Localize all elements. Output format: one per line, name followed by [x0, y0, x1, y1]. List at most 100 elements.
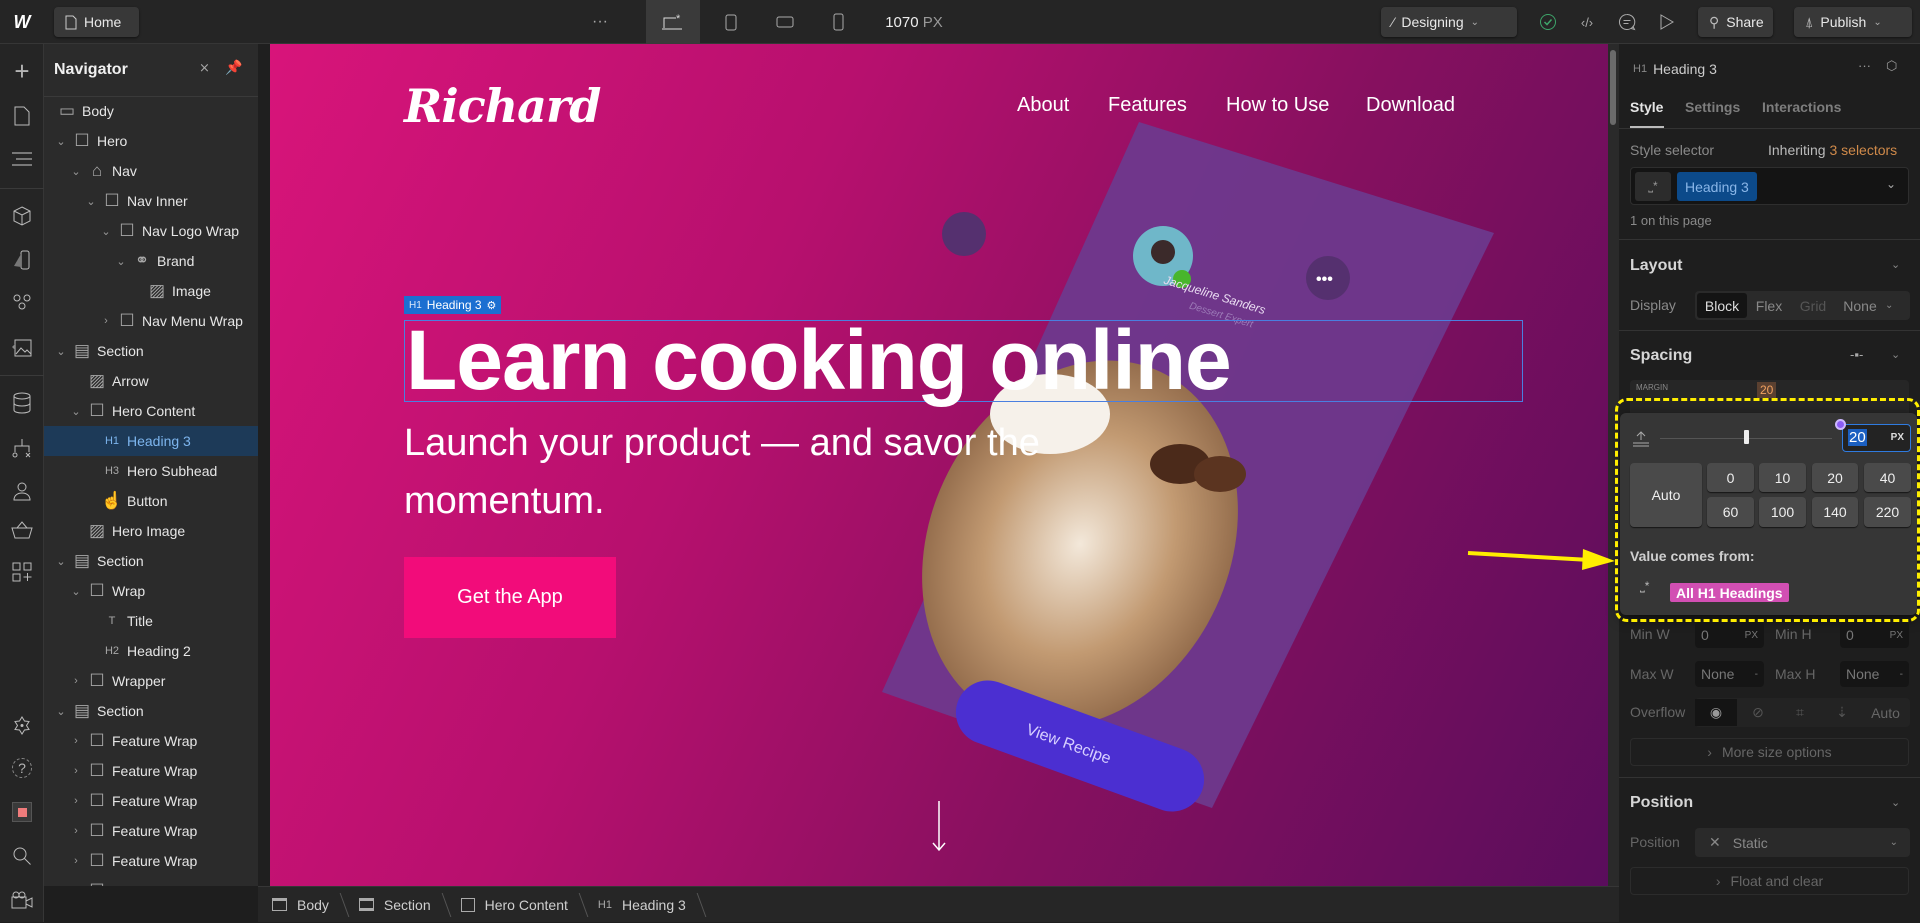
overflow-scroll-icon[interactable]: ⇣: [1821, 704, 1863, 721]
spacing-value-input[interactable]: 20 PX: [1842, 424, 1911, 452]
chevron-down-icon[interactable]: ⌄: [1891, 796, 1900, 809]
navigator-item[interactable]: › ☐ Feature Wrap: [44, 756, 258, 786]
pages-icon[interactable]: [0, 101, 44, 131]
overflow-auto[interactable]: Auto: [1863, 705, 1908, 721]
chevron-right-icon[interactable]: ›: [70, 855, 82, 867]
chevron-right-icon[interactable]: ›: [70, 825, 82, 837]
chevron-down-icon[interactable]: ⌄: [55, 555, 67, 568]
navigator-item[interactable]: ⌄ ▤ Section: [44, 336, 258, 366]
max-width-input[interactable]: None -: [1695, 661, 1764, 687]
chevron-down-icon[interactable]: ⌄: [55, 705, 67, 718]
margin-top-value[interactable]: 20: [1757, 382, 1777, 398]
inheriting-count[interactable]: 3 selectors: [1829, 142, 1897, 158]
navigator-item[interactable]: ⌄ ▤ Section: [44, 546, 258, 576]
navigator-item[interactable]: H1 Heading 3: [44, 426, 258, 456]
check-status-icon[interactable]: [1536, 0, 1560, 44]
spacing-lock-icon[interactable]: -▪-: [1850, 347, 1863, 362]
desktop-breakpoint-button[interactable]: *: [646, 0, 700, 44]
chevron-right-icon[interactable]: ›: [70, 675, 82, 687]
preset-220[interactable]: 220: [1864, 497, 1911, 527]
spacing-unit[interactable]: PX: [1891, 432, 1904, 443]
help-icon[interactable]: ?: [0, 753, 44, 783]
chevron-down-icon[interactable]: ⌄: [70, 585, 82, 598]
layout-section-title[interactable]: Layout: [1630, 257, 1682, 275]
inheriting-info[interactable]: Inheriting 3 selectors: [1768, 142, 1897, 158]
position-dropdown[interactable]: ✕ Static ⌄: [1695, 828, 1910, 857]
create-component-icon[interactable]: ⬡: [1886, 58, 1897, 74]
navigator-item[interactable]: H2 Heading 2: [44, 636, 258, 666]
canvas-scrollbar[interactable]: [1608, 44, 1619, 922]
position-section-title[interactable]: Position: [1630, 794, 1693, 812]
breadcrumb-heading-3[interactable]: H1 Heading 3: [584, 887, 702, 923]
pin-icon[interactable]: 📌: [225, 59, 242, 76]
navigator-item[interactable]: ⌄ ▤ Section: [44, 696, 258, 726]
more-size-options-button[interactable]: › More size options: [1630, 738, 1909, 766]
design-canvas[interactable]: Richard About Features How to Use Downlo…: [270, 44, 1608, 886]
add-elements-icon[interactable]: +: [0, 56, 44, 86]
chevron-right-icon[interactable]: ›: [70, 765, 82, 777]
navigator-item[interactable]: › ☐ Feature Wrap: [44, 876, 258, 886]
hero-subhead[interactable]: Launch your product — and savor the mome…: [404, 414, 1064, 530]
publish-button[interactable]: ⍋ Publish ⌄: [1794, 7, 1912, 37]
navigator-item[interactable]: › ☐ Feature Wrap: [44, 786, 258, 816]
value-source-chip[interactable]: All H1 Headings: [1670, 583, 1789, 602]
breadcrumb-body[interactable]: Body: [258, 887, 345, 923]
max-height-input[interactable]: None -: [1840, 661, 1909, 687]
variables-icon[interactable]: [0, 286, 44, 316]
chevron-right-icon[interactable]: ›: [70, 885, 82, 886]
navigator-item[interactable]: ☝ Button: [44, 486, 258, 516]
overflow-hidden-icon[interactable]: ⊘: [1737, 704, 1779, 721]
chevron-down-icon[interactable]: ⌄: [115, 255, 127, 268]
mobile-portrait-breakpoint-button[interactable]: [823, 0, 853, 44]
navigator-item[interactable]: ⌄ ☐ Nav Inner: [44, 186, 258, 216]
navigator-item[interactable]: › ☐ Feature Wrap: [44, 846, 258, 876]
display-none[interactable]: None: [1835, 298, 1885, 314]
collapse-all-icon[interactable]: ⨯: [199, 60, 210, 76]
preset-0[interactable]: 0: [1707, 463, 1754, 492]
preset-20[interactable]: 20: [1812, 463, 1858, 492]
preset-10[interactable]: 10: [1759, 463, 1806, 492]
chevron-down-icon[interactable]: ⌄: [70, 165, 82, 178]
code-icon[interactable]: ‹/›: [1575, 0, 1599, 44]
preset-60[interactable]: 60: [1707, 497, 1754, 527]
navigator-item[interactable]: ⌄ ⚭ Brand: [44, 246, 258, 276]
selector-chip[interactable]: Heading 3: [1677, 172, 1757, 201]
more-options-icon[interactable]: ···: [1858, 58, 1871, 73]
more-icon[interactable]: ···: [585, 0, 615, 44]
navigator-item[interactable]: ⌄ ☐ Hero: [44, 126, 258, 156]
navigator-item[interactable]: ▭ Body: [44, 96, 258, 126]
preset-100[interactable]: 100: [1759, 497, 1806, 527]
chevron-down-icon[interactable]: ⌄: [85, 195, 97, 208]
ecommerce-icon[interactable]: [0, 515, 44, 545]
chevron-down-icon[interactable]: ⌄: [1891, 348, 1900, 361]
breadcrumb-hero-content[interactable]: Hero Content: [447, 887, 584, 923]
chevron-down-icon[interactable]: ⌄: [70, 405, 82, 418]
chevron-right-icon[interactable]: ›: [70, 735, 82, 747]
min-width-input[interactable]: 0 PX: [1695, 622, 1764, 648]
display-flex[interactable]: Flex: [1747, 298, 1791, 314]
navigator-item[interactable]: › ☐ Feature Wrap: [44, 726, 258, 756]
record-icon[interactable]: [0, 797, 44, 827]
preview-play-icon[interactable]: [1655, 0, 1679, 44]
chevron-right-icon[interactable]: ›: [100, 315, 112, 327]
spacing-section-title[interactable]: Spacing: [1630, 347, 1692, 365]
chevron-down-icon[interactable]: ⌄: [1885, 300, 1893, 311]
chevron-down-icon[interactable]: ⌄: [55, 345, 67, 358]
webflow-logo-icon[interactable]: W: [0, 0, 44, 44]
chevron-down-icon[interactable]: ⌄: [1891, 258, 1900, 271]
navigator-item[interactable]: ▨ Hero Image: [44, 516, 258, 546]
navigator-item[interactable]: H3 Hero Subhead: [44, 456, 258, 486]
min-height-input[interactable]: 0 PX: [1840, 622, 1909, 648]
navigator-item[interactable]: ⌄ ☐ Nav Logo Wrap: [44, 216, 258, 246]
chevron-down-icon[interactable]: ⌄: [1886, 177, 1896, 191]
canvas-scroll-thumb[interactable]: [1610, 50, 1616, 125]
cms-icon[interactable]: [0, 388, 44, 418]
display-grid[interactable]: Grid: [1791, 298, 1835, 314]
navigator-item[interactable]: ⌄ ☐ Wrap: [44, 576, 258, 606]
chevron-right-icon[interactable]: ›: [70, 795, 82, 807]
chevron-down-icon[interactable]: ⌄: [100, 225, 112, 238]
overflow-clip-icon[interactable]: ⌗: [1779, 704, 1821, 721]
users-icon[interactable]: [0, 476, 44, 506]
navigator-item[interactable]: T Title: [44, 606, 258, 636]
mobile-landscape-breakpoint-button[interactable]: [770, 0, 800, 44]
